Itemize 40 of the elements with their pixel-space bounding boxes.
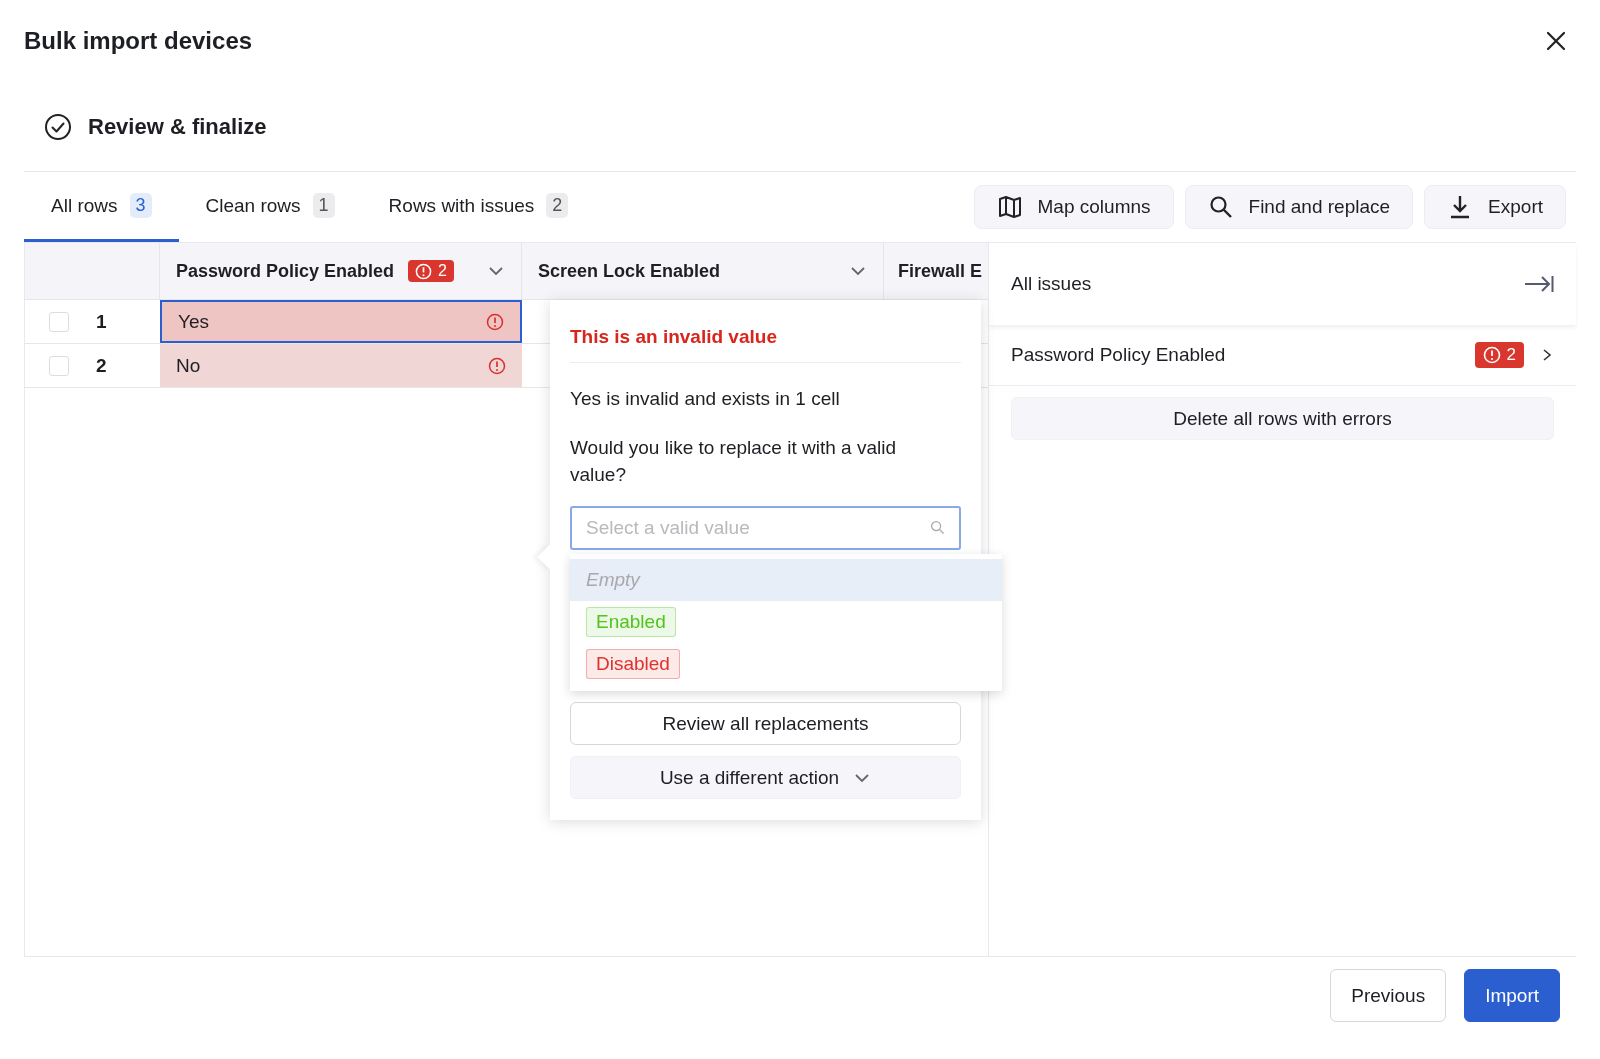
delete-rows-button[interactable]: Delete all rows with errors <box>1011 397 1554 440</box>
previous-button[interactable]: Previous <box>1330 969 1447 1022</box>
row-number: 2 <box>96 354 107 377</box>
map-icon <box>996 194 1023 220</box>
column-label: Password Policy Enabled <box>176 260 395 282</box>
alert-icon <box>488 356 506 375</box>
panel-title: All issues <box>1011 273 1092 295</box>
column-header[interactable]: Password Policy Enabled 2 <box>160 243 522 299</box>
column-header[interactable]: Screen Lock Enabled <box>522 243 884 299</box>
close-icon[interactable] <box>1544 29 1568 53</box>
row-checkbox[interactable] <box>49 311 69 332</box>
column-label: Screen Lock Enabled <box>538 260 721 282</box>
search-icon <box>1207 194 1234 220</box>
alert-icon <box>486 312 504 331</box>
collapse-panel-icon[interactable] <box>1524 273 1554 295</box>
issue-row[interactable]: Password Policy Enabled 2 <box>989 325 1576 386</box>
table-cell[interactable]: Yes <box>160 300 522 343</box>
error-badge: 2 <box>408 260 454 282</box>
search-field[interactable]: Select a valid value <box>570 506 961 550</box>
popover-title: This is an invalid value <box>570 300 961 363</box>
column-header[interactable]: Firewall E <box>884 243 988 299</box>
row-checkbox[interactable] <box>49 355 69 376</box>
error-badge: 2 <box>1474 342 1524 368</box>
tab[interactable]: Rows with issues 2 <box>361 172 596 242</box>
find-replace-button[interactable]: Find and replace <box>1184 185 1414 229</box>
popover-message: Yes is invalid and exists in 1 cell <box>570 387 841 411</box>
dialog-title: Bulk import devices <box>24 27 253 55</box>
review-button[interactable]: Review all replacements <box>570 702 961 745</box>
column-label: Firewall E <box>898 260 983 282</box>
import-button[interactable]: Import <box>1464 969 1560 1022</box>
popover-question: Would you like to replace it with a valid value? <box>570 436 897 487</box>
export-button[interactable]: Export <box>1424 185 1566 229</box>
step-label: Review & finalize <box>88 113 267 140</box>
map-columns-button[interactable]: Map columns <box>973 185 1174 229</box>
search-icon <box>930 520 945 535</box>
tab[interactable]: Clean rows 1 <box>178 172 362 242</box>
row-number: 1 <box>96 310 107 333</box>
table-cell[interactable]: No <box>160 344 522 387</box>
action-menu-button[interactable]: Use a different action <box>570 756 961 799</box>
dropdown-option[interactable]: Disabled <box>570 643 1002 685</box>
